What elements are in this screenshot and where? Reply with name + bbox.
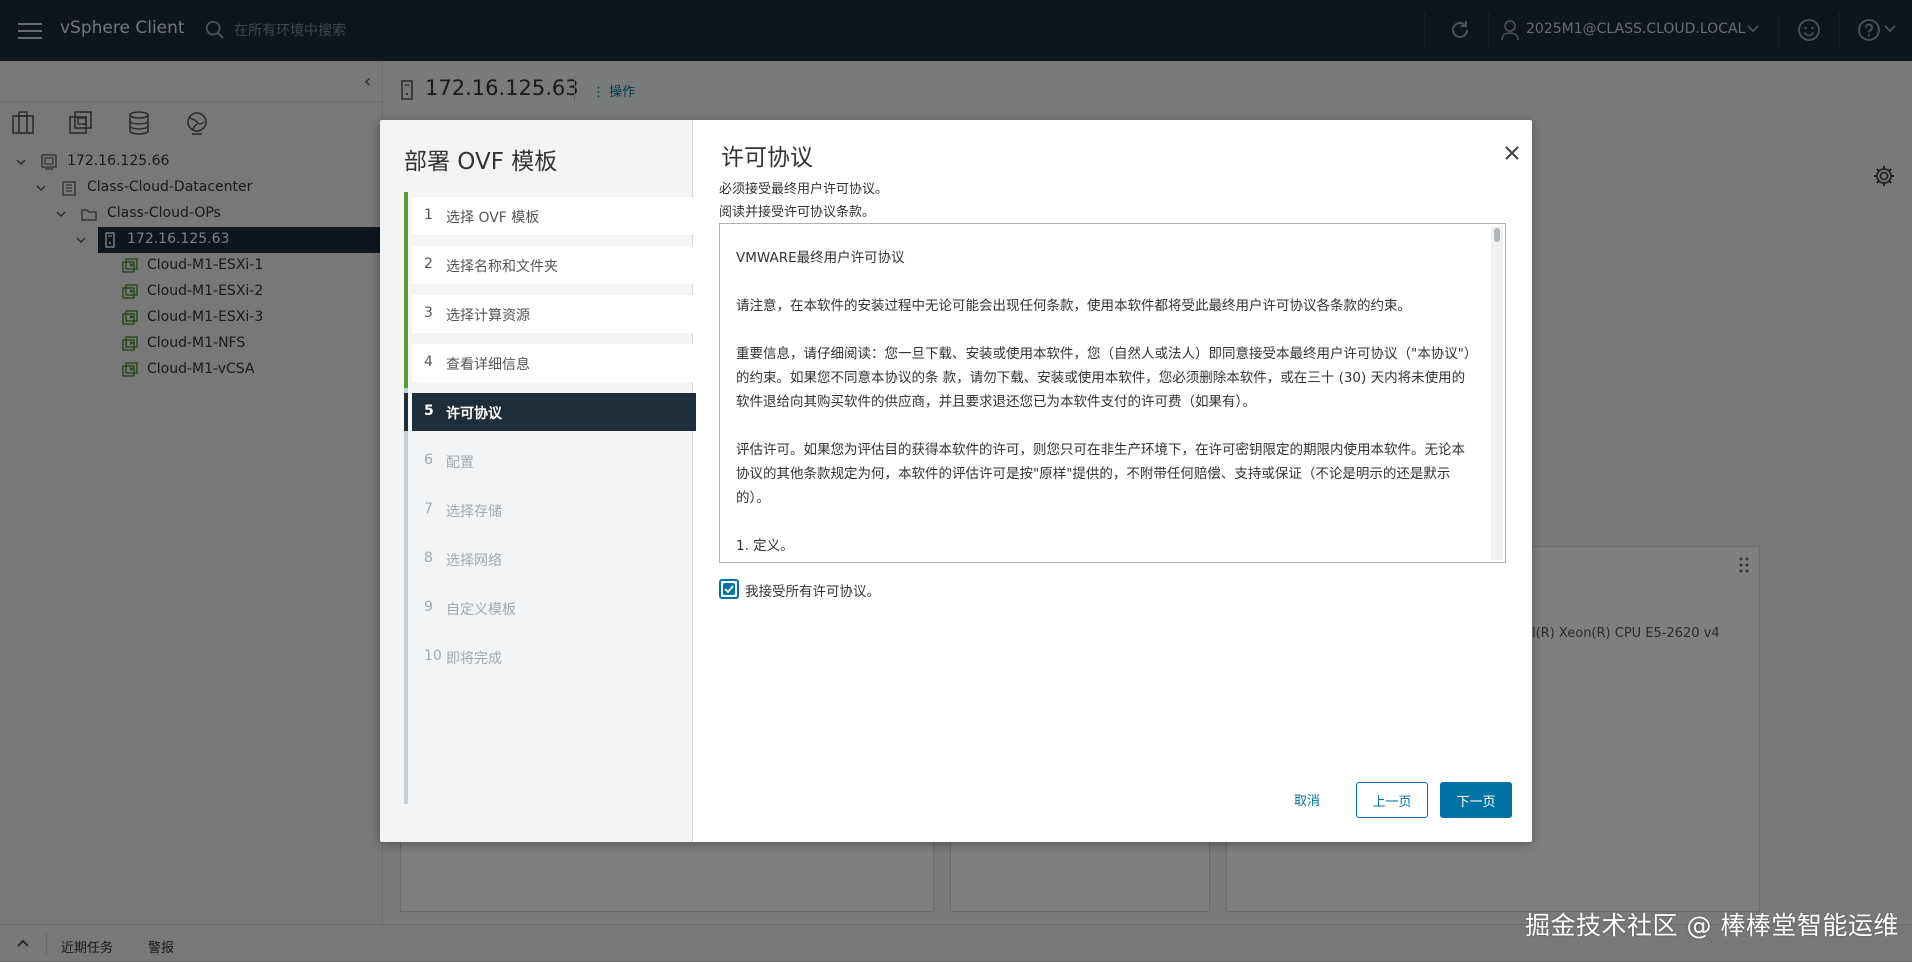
step-label: 许可协议 xyxy=(446,406,502,422)
step-number: 2 xyxy=(424,256,433,272)
step-label: 选择名称和文件夹 xyxy=(446,259,558,275)
step-label: 选择计算资源 xyxy=(446,308,530,324)
step-number: 10 xyxy=(424,648,442,664)
accept-eula-checkbox[interactable] xyxy=(719,579,739,599)
wizard-step-10: 10 即将完成 xyxy=(412,638,696,676)
wizard-step-6: 6 配置 xyxy=(412,442,696,480)
eula-paragraph: 评估许可。如果您为评估目的获得本软件的许可，则您只可在非生产环境下，在许可密钥限… xyxy=(736,442,1465,506)
step-number: 5 xyxy=(424,403,434,419)
step-label: 自定义模板 xyxy=(446,602,516,618)
eula-paragraph: 请注意，在本软件的安装过程中无论可能会出现任何条款，使用本软件都将受此最终用户许… xyxy=(736,298,1411,314)
step-label: 选择网络 xyxy=(446,553,502,569)
instruction-text: 阅读并接受许可协议条款。 xyxy=(719,205,876,220)
checkmark-icon xyxy=(723,583,735,595)
eula-scrollbar[interactable] xyxy=(1491,226,1503,560)
wizard-step-4[interactable]: 4 查看详细信息 xyxy=(404,339,696,388)
eula-paragraph: 1. 定义。 xyxy=(736,538,794,554)
scrollbar-thumb[interactable] xyxy=(1494,228,1500,242)
back-button[interactable]: 上一页 xyxy=(1356,782,1428,818)
close-icon[interactable] xyxy=(1503,144,1521,162)
accept-eula-label[interactable]: 我接受所有许可协议。 xyxy=(745,580,880,600)
wizard-title: 部署 OVF 模板 xyxy=(404,149,558,175)
eula-paragraph: 重要信息，请仔细阅读：您一旦下载、安装或使用本软件，您（自然人或法人）即同意接受… xyxy=(736,346,1471,410)
wizard-step-5-current[interactable]: 5 许可协议 xyxy=(404,393,696,431)
wizard-step-9: 9 自定义模板 xyxy=(412,589,696,627)
accept-eula-row[interactable]: 我接受所有许可协议。 xyxy=(719,579,1019,601)
wizard-step-3[interactable]: 3 选择计算资源 xyxy=(404,290,696,339)
eula-paragraph: VMWARE最终用户许可协议 xyxy=(736,250,905,266)
step-label: 配置 xyxy=(446,455,474,471)
wizard-step-1[interactable]: 1 选择 OVF 模板 xyxy=(404,192,696,241)
step-number: 4 xyxy=(424,354,433,370)
wizard-content: 许可协议 必须接受最终用户许可协议。 阅读并接受许可协议条款。 VMWARE最终… xyxy=(693,120,1532,842)
step-label: 选择 OVF 模板 xyxy=(446,210,540,226)
wizard-steps-panel: 部署 OVF 模板 1 选择 OVF 模板 2 选择名称和文件夹 3 选择计算资… xyxy=(380,120,696,842)
wizard-steps: 1 选择 OVF 模板 2 选择名称和文件夹 3 选择计算资源 4 查看详细信息… xyxy=(404,192,696,804)
wizard-step-7: 7 选择存储 xyxy=(412,491,696,529)
watermark-text: 掘金技术社区 @ 棒棒堂智能运维 xyxy=(1525,911,1899,940)
eula-text-box[interactable]: VMWARE最终用户许可协议 请注意，在本软件的安装过程中无论可能会出现任何条款… xyxy=(719,223,1506,563)
eula-content: VMWARE最终用户许可协议 请注意，在本软件的安装过程中无论可能会出现任何条款… xyxy=(736,224,1476,562)
next-button[interactable]: 下一页 xyxy=(1440,782,1512,818)
step-number: 8 xyxy=(424,550,433,566)
step-number: 6 xyxy=(424,452,433,468)
deploy-ovf-wizard: 部署 OVF 模板 1 选择 OVF 模板 2 选择名称和文件夹 3 选择计算资… xyxy=(380,120,1532,842)
step-number: 1 xyxy=(424,207,433,223)
step-label: 选择存储 xyxy=(446,504,502,520)
step-number: 9 xyxy=(424,599,433,615)
cancel-button[interactable]: 取消 xyxy=(1262,782,1352,816)
step-number: 3 xyxy=(424,305,433,321)
wizard-step-8: 8 选择网络 xyxy=(412,540,696,578)
wizard-step-2[interactable]: 2 选择名称和文件夹 xyxy=(404,241,696,290)
step-label: 即将完成 xyxy=(446,651,502,667)
instruction-text: 必须接受最终用户许可协议。 xyxy=(719,182,889,197)
step-number: 7 xyxy=(424,501,433,517)
step-label: 查看详细信息 xyxy=(446,357,530,373)
step-title: 许可协议 xyxy=(721,145,813,171)
